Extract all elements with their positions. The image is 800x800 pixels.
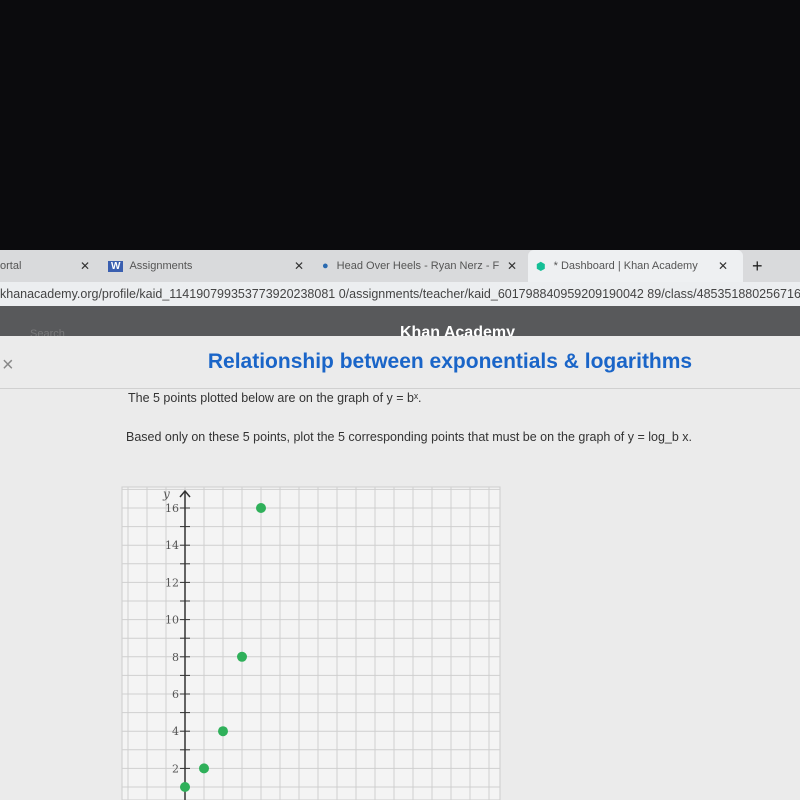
data-point xyxy=(199,763,209,774)
data-point xyxy=(256,503,266,513)
y-tick-label: 8 xyxy=(172,651,179,664)
y-tick-label: 2 xyxy=(172,762,179,775)
data-point xyxy=(218,726,228,737)
y-tick-label: 6 xyxy=(172,688,179,701)
y-tick-label: 12 xyxy=(165,576,179,589)
data-point xyxy=(237,651,247,662)
plot-area xyxy=(121,486,501,800)
y-tick-label: 14 xyxy=(165,539,179,552)
y-tick-label: 10 xyxy=(165,614,179,627)
coordinate-plane[interactable]: 2 4 6 8 10 12 14 16y xyxy=(0,0,800,800)
y-tick-label: 4 xyxy=(172,725,179,738)
y-axis-label: y xyxy=(162,487,170,501)
y-tick-label: 16 xyxy=(165,502,179,515)
data-point xyxy=(180,782,190,792)
